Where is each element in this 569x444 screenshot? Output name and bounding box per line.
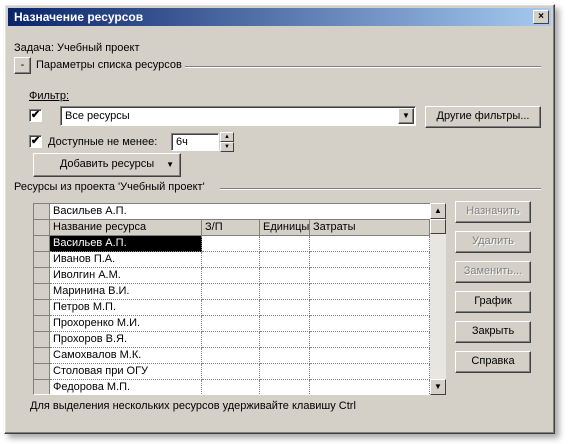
units-cell[interactable] [260,380,310,394]
chevron-down-icon[interactable]: ▼ [398,108,414,124]
options-toggle-button[interactable]: - [14,57,31,74]
rs-cell[interactable] [202,380,260,394]
rs-cell[interactable] [202,236,260,252]
scroll-up-icon[interactable]: ▲ [430,203,446,219]
row-header[interactable] [34,348,50,364]
options-section-label: Параметры списка ресурсов [36,59,182,71]
spin-down-icon[interactable]: ▼ [220,142,234,152]
add-resources-button[interactable]: Добавить ресурсы ▼ [33,153,181,177]
filter-select-value: Все ресурсы [65,110,130,122]
units-cell[interactable] [260,364,310,380]
column-header-cost[interactable]: Затраты [310,220,430,236]
column-header-rs[interactable]: З/П [202,220,260,236]
resource-name-cell[interactable]: Самохвалов М.К. [50,348,202,364]
resources-separator [220,188,541,190]
available-hours-input[interactable]: 6ч [171,133,219,151]
grid-scrollbar[interactable]: ▲ ▼ [430,203,446,395]
graph-button[interactable]: График [455,291,531,313]
cost-cell[interactable] [310,332,430,348]
cost-cell[interactable] [310,268,430,284]
resource-name-cell[interactable]: Прохоров В.Я. [50,332,202,348]
options-separator [185,66,541,68]
row-header[interactable] [34,300,50,316]
rs-cell[interactable] [202,284,260,300]
filter-checkbox[interactable]: ✔ [29,109,42,122]
close-button[interactable]: Закрыть [455,321,531,343]
resource-name-cell[interactable]: Маринина В.И. [50,284,202,300]
rs-cell[interactable] [202,252,260,268]
filter-select[interactable]: Все ресурсы ▼ [60,106,416,126]
row-header[interactable] [34,236,50,252]
column-header-name[interactable]: Название ресурса [50,220,202,236]
cost-cell[interactable] [310,284,430,300]
cost-cell[interactable] [310,364,430,380]
assign-button[interactable]: Назначить [455,201,531,223]
resource-name-cell[interactable]: Столовая при ОГУ [50,364,202,380]
units-cell[interactable] [260,252,310,268]
cost-cell[interactable] [310,252,430,268]
units-cell[interactable] [260,300,310,316]
title-bar[interactable]: Назначение ресурсов × [8,8,551,26]
rs-cell[interactable] [202,348,260,364]
resource-name-cell[interactable]: Иволгин А.М. [50,268,202,284]
multi-select-hint: Для выделения нескольких ресурсов удержи… [30,400,356,412]
task-label: Задача: Учебный проект [14,42,140,54]
rs-cell[interactable] [202,316,260,332]
column-header-units[interactable]: Единицы [260,220,310,236]
grid-edit-value: Васильев А.П. [53,205,127,217]
row-header[interactable] [34,316,50,332]
units-cell[interactable] [260,236,310,252]
help-button[interactable]: Справка [455,351,531,373]
cost-cell[interactable] [310,300,430,316]
resource-name-cell[interactable]: Федорова М.П. [50,380,202,394]
cost-cell[interactable] [310,380,430,394]
resources-grid: Васильев А.П. Название ресурса З/П Едини… [33,203,445,395]
row-header[interactable] [34,332,50,348]
resource-name-cell[interactable]: Прохоренко М.И. [50,316,202,332]
row-header[interactable] [34,268,50,284]
close-icon[interactable]: × [533,10,549,24]
row-header[interactable] [34,364,50,380]
add-resources-label: Добавить ресурсы [59,158,155,170]
row-header[interactable] [34,252,50,268]
grid-edit-bar[interactable]: Васильев А.П. [50,204,430,220]
rs-cell[interactable] [202,364,260,380]
available-hours-value: 6ч [176,136,188,148]
available-checkbox[interactable]: ✔ [29,135,42,148]
resource-name-cell[interactable]: Васильев А.П. [50,236,202,252]
resource-name-cell[interactable]: Петров М.П. [50,300,202,316]
filter-label: Фильтр: [29,90,70,102]
rs-cell[interactable] [202,300,260,316]
replace-button[interactable]: Заменить... [455,261,531,283]
scroll-thumb[interactable] [430,219,446,234]
chevron-down-icon: ▼ [166,160,174,169]
row-header[interactable] [34,284,50,300]
grid-corner [34,204,50,220]
grid-header-corner [34,220,50,236]
cost-cell[interactable] [310,236,430,252]
spin-up-icon[interactable]: ▲ [220,132,234,142]
units-cell[interactable] [260,284,310,300]
assign-resources-dialog: Назначение ресурсов × Задача: Учебный пр… [4,4,555,434]
rs-cell[interactable] [202,332,260,348]
cost-cell[interactable] [310,316,430,332]
units-cell[interactable] [260,348,310,364]
row-header[interactable] [34,380,50,394]
resources-section-label: Ресурсы из проекта 'Учебный проект' [14,181,205,193]
cost-cell[interactable] [310,348,430,364]
units-cell[interactable] [260,332,310,348]
units-cell[interactable] [260,268,310,284]
units-cell[interactable] [260,316,310,332]
remove-button[interactable]: Удалить [455,231,531,253]
dialog-title: Назначение ресурсов [14,10,144,24]
rs-cell[interactable] [202,268,260,284]
other-filters-button[interactable]: Другие фильтры... [425,106,541,128]
available-label: Доступные не менее: [48,136,158,148]
resource-name-cell[interactable]: Иванов П.А. [50,252,202,268]
scroll-down-icon[interactable]: ▼ [430,379,446,395]
